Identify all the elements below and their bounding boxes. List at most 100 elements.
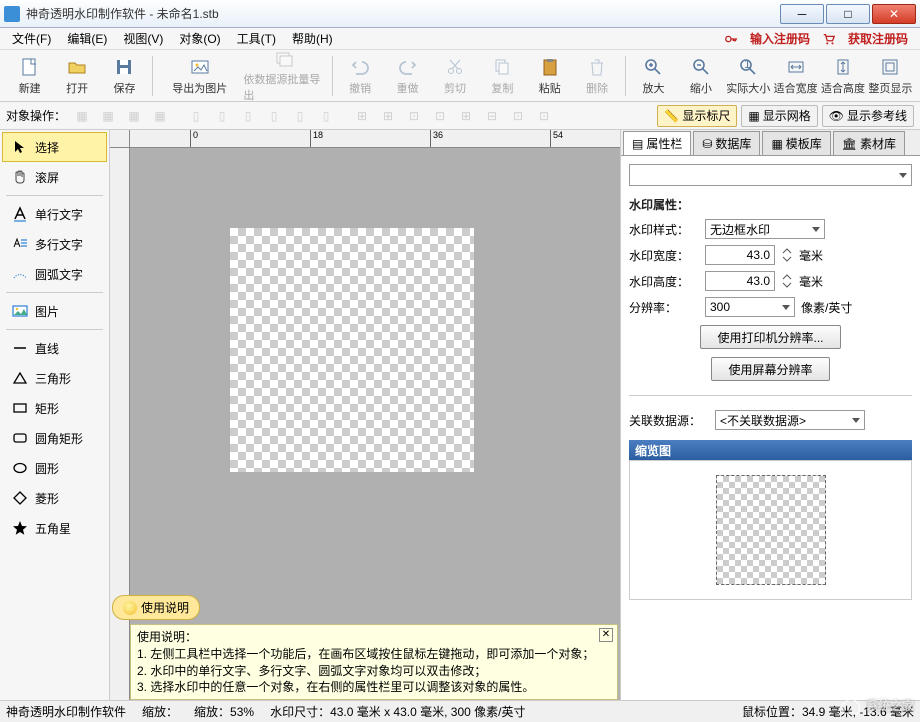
bulb-icon <box>123 601 137 615</box>
titlebar: 神奇透明水印制作软件 - 未命名1.stb ─ □ ✕ <box>0 0 920 28</box>
paste-button[interactable]: 粘贴 <box>526 52 573 100</box>
tool-rrect[interactable]: 圆角矩形 <box>2 423 107 453</box>
line-icon <box>11 339 29 357</box>
key-icon <box>724 32 738 46</box>
toggle-grid[interactable]: ▦显示网格 <box>741 105 817 127</box>
menu-view[interactable]: 视图(V) <box>115 28 171 49</box>
fit-w-button[interactable]: 适合宽度 <box>772 52 819 100</box>
tool-cursor[interactable]: 选择 <box>2 132 107 162</box>
use-screen-dpi-button[interactable]: 使用屏幕分辨率 <box>711 357 829 381</box>
guide-icon: 👁 <box>829 109 844 123</box>
home-icon <box>840 694 862 716</box>
main-area: 选择滚屏单行文字多行文字圆弧文字图片直线三角形矩形圆角矩形圆形菱形五角星 018… <box>0 130 920 700</box>
redo-button: 重做 <box>384 52 431 100</box>
minimize-button[interactable]: ─ <box>780 4 824 24</box>
tool-line[interactable]: 直线 <box>2 333 107 363</box>
thumbnail-area <box>629 460 912 600</box>
width-unit: 毫米 <box>799 247 859 264</box>
right-panel: ▤属性栏 ⛁数据库 ▦模板库 🏛素材库 水印属性： 水印样式： 无边框水印 水印… <box>620 130 920 700</box>
get-reg-code[interactable]: 获取注册码 <box>840 28 916 49</box>
status-size: 水印尺寸：43.0 毫米 x 43.0 毫米, 300 像素/英寸 <box>270 703 525 720</box>
tab-templates[interactable]: ▦模板库 <box>762 131 830 155</box>
help-close-button[interactable]: ✕ <box>599 628 613 642</box>
ruler-horizontal: 0183654 <box>130 130 620 148</box>
menu-edit[interactable]: 编辑(E) <box>59 28 115 49</box>
tool-circle[interactable]: 圆形 <box>2 453 107 483</box>
height-input[interactable]: 43.0 <box>705 271 775 291</box>
fit-all-button[interactable]: 整页显示 <box>867 52 914 100</box>
tool-text-arc[interactable]: 圆弧文字 <box>2 259 107 289</box>
tool-text-a[interactable]: 单行文字 <box>2 199 107 229</box>
dpi-select[interactable]: 300 <box>705 297 795 317</box>
zoom-1-button[interactable]: 1实际大小 <box>725 52 772 100</box>
copy-button: 复制 <box>479 52 526 100</box>
fit-all-icon <box>879 56 901 78</box>
star-icon <box>11 519 29 537</box>
menu-object[interactable]: 对象(O) <box>171 28 228 49</box>
help-title: 使用说明： <box>137 629 611 646</box>
new-button[interactable]: 新建 <box>6 52 53 100</box>
spin-icon[interactable] <box>781 246 793 264</box>
rect-icon <box>11 399 29 417</box>
tool-diamond[interactable]: 菱形 <box>2 483 107 513</box>
align-middle-icon: ▯ <box>288 105 312 127</box>
svg-text:1: 1 <box>744 57 751 71</box>
tool-text-lines[interactable]: 多行文字 <box>2 229 107 259</box>
tool-star[interactable]: 五角星 <box>2 513 107 543</box>
width-input[interactable]: 43.0 <box>705 245 775 265</box>
batch-button: 依数据源批量导出 <box>242 52 327 100</box>
menu-file[interactable]: 文件(F) <box>4 28 59 49</box>
save-button[interactable]: 保存 <box>101 52 148 100</box>
zoom-in-button[interactable]: 放大 <box>630 52 677 100</box>
enter-reg-code[interactable]: 输入注册码 <box>742 28 818 49</box>
toggle-guide[interactable]: 👁显示参考线 <box>822 105 914 127</box>
maximize-button[interactable]: □ <box>826 4 870 24</box>
new-icon <box>19 56 41 78</box>
ungroup-icon: ⊟ <box>480 105 504 127</box>
grid-icon: ▦ <box>748 109 759 123</box>
delete-button: 删除 <box>573 52 620 100</box>
datasource-select[interactable]: <不关联数据源> <box>715 410 865 430</box>
tool-hand[interactable]: 滚屏 <box>2 162 107 192</box>
use-printer-dpi-button[interactable]: 使用打印机分辨率... <box>700 325 840 349</box>
unlock-icon: ⊡ <box>532 105 556 127</box>
cart-icon <box>822 32 836 46</box>
tool-triangle[interactable]: 三角形 <box>2 363 107 393</box>
ruler-tick: 18 <box>310 130 323 147</box>
close-button[interactable]: ✕ <box>872 4 916 24</box>
menu-tools[interactable]: 工具(T) <box>229 28 284 49</box>
height-unit: 毫米 <box>799 273 859 290</box>
statusbar: 神奇透明水印制作软件 缩放： 缩放：53% 水印尺寸：43.0 毫米 x 43.… <box>0 700 920 722</box>
zoom-out-button[interactable]: 缩小 <box>677 52 724 100</box>
cursor-icon <box>11 138 29 156</box>
layer-front-icon: ▦ <box>70 105 94 127</box>
watermark-canvas[interactable] <box>230 228 474 472</box>
canvas-area[interactable]: 0183654 使用说明 ✕ 使用说明： 1. 左侧工具栏中选择一个功能后，在画… <box>110 130 620 700</box>
tab-assets[interactable]: 🏛素材库 <box>833 131 905 155</box>
fit-h-button[interactable]: 适合高度 <box>819 52 866 100</box>
width-label: 水印宽度： <box>629 247 699 264</box>
layer-down-icon: ▦ <box>148 105 172 127</box>
menu-help[interactable]: 帮助(H) <box>284 28 341 49</box>
align-top-icon: ▯ <box>262 105 286 127</box>
style-select[interactable]: 无边框水印 <box>705 219 825 239</box>
text-a-icon <box>11 205 29 223</box>
fit-h-icon <box>832 56 854 78</box>
undo-icon <box>349 56 371 78</box>
object-selector-combo[interactable] <box>629 164 912 186</box>
toggle-ruler[interactable]: 📏显示标尺 <box>657 105 737 127</box>
tool-image[interactable]: 图片 <box>2 296 107 326</box>
open-button[interactable]: 打开 <box>53 52 100 100</box>
spin-icon[interactable] <box>781 272 793 290</box>
help-tab[interactable]: 使用说明 <box>112 595 200 620</box>
cut-icon <box>444 56 466 78</box>
export-button[interactable]: 导出为图片 <box>157 52 242 100</box>
tool-rect[interactable]: 矩形 <box>2 393 107 423</box>
tab-properties[interactable]: ▤属性栏 <box>623 131 691 155</box>
watermark-props-title: 水印属性： <box>629 196 912 213</box>
help-line-3: 3. 选择水印中的任意一个对象，在右侧的属性栏里可以调整该对象的属性。 <box>137 679 611 696</box>
tab-database[interactable]: ⛁数据库 <box>693 131 760 155</box>
layer-back-icon: ▦ <box>96 105 120 127</box>
ruler-tick: 36 <box>430 130 443 147</box>
objbar-label: 对象操作： <box>6 107 66 124</box>
